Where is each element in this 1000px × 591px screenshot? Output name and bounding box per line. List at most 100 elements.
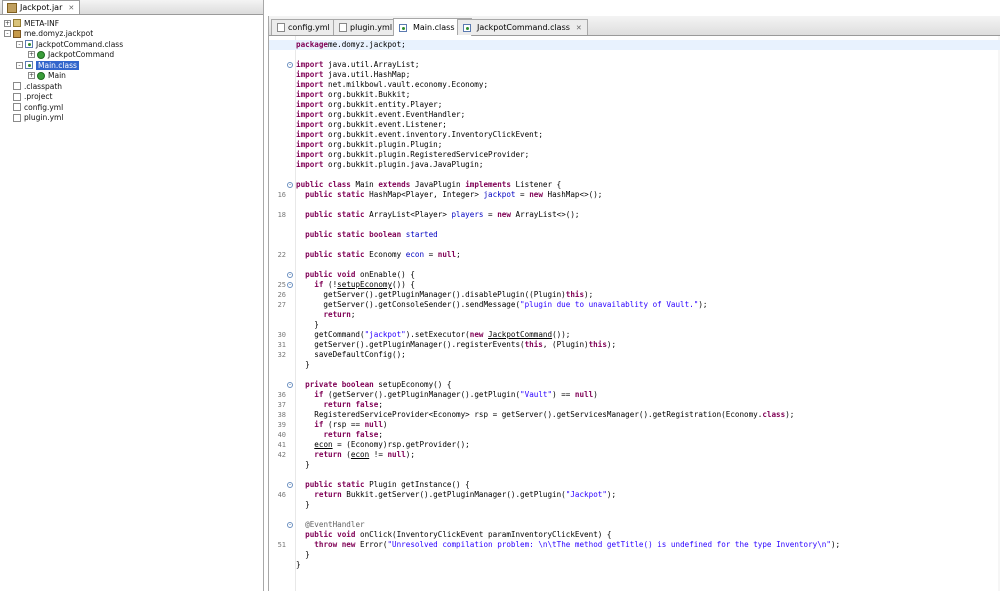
code-text: public static Plugin getInstance() { bbox=[296, 480, 470, 490]
code-text: saveDefaultConfig(); bbox=[296, 350, 406, 360]
code-line: 36 if (getServer().getPluginManager().ge… bbox=[269, 390, 1000, 400]
code-line: 27 getServer().getConsoleSender().sendMe… bbox=[269, 300, 1000, 310]
code-token: import bbox=[296, 90, 324, 99]
code-text: public void onClick(InventoryClickEvent … bbox=[296, 530, 611, 540]
code-token: ); bbox=[830, 540, 841, 549]
expand-icon[interactable]: + bbox=[28, 51, 35, 59]
code-text: } bbox=[296, 500, 310, 510]
line-number: 26 bbox=[277, 291, 286, 299]
code-line: 37 return false; bbox=[269, 400, 1000, 410]
code-line: public static boolean started bbox=[269, 230, 1000, 240]
code-token: ) bbox=[382, 420, 388, 429]
code-line: 46 return Bukkit.getServer().getPluginMa… bbox=[269, 490, 1000, 500]
code-text: @EventHandler bbox=[296, 520, 364, 530]
tree-item[interactable]: .project bbox=[0, 92, 262, 103]
close-icon[interactable]: ✕ bbox=[576, 24, 582, 32]
code-token: java.util.ArrayList; bbox=[323, 60, 420, 69]
tree-item[interactable]: plugin.yml bbox=[0, 113, 262, 124]
class-file-icon bbox=[463, 23, 471, 32]
code-token: import bbox=[296, 130, 324, 139]
code-token: HashMap<>(); bbox=[542, 190, 603, 199]
code-line: } bbox=[269, 320, 1000, 330]
fold-collapse-icon[interactable]: - bbox=[287, 271, 293, 278]
code-line: public void onClick(InventoryClickEvent … bbox=[269, 530, 1000, 540]
code-line: 41 econ = (Economy)rsp.getProvider(); bbox=[269, 440, 1000, 450]
code-text: econ = (Economy)rsp.getProvider(); bbox=[296, 440, 469, 450]
code-token: import bbox=[296, 100, 324, 109]
code-token: Listener { bbox=[510, 180, 562, 189]
code-token: ); bbox=[584, 290, 594, 299]
code-line: 18 public static ArrayList<Player> playe… bbox=[269, 210, 1000, 220]
code-token: org.bukkit.event.EventHandler; bbox=[323, 110, 466, 119]
close-icon[interactable]: ✕ bbox=[68, 4, 74, 12]
tree-item[interactable]: - me.domyz.jackpot bbox=[0, 29, 262, 40]
code-token: ) == bbox=[552, 390, 575, 399]
code-text: import java.util.ArrayList; bbox=[296, 60, 419, 70]
code-text: import org.bukkit.event.inventory.Invent… bbox=[296, 130, 543, 140]
file-icon bbox=[13, 82, 21, 91]
code-token: org.bukkit.Bukkit; bbox=[323, 90, 411, 99]
code-editor[interactable]: packageme.domyz.jackpot; - import java.uti… bbox=[269, 36, 1000, 591]
expand-icon[interactable]: + bbox=[28, 72, 35, 80]
code-text: public static ArrayList<Player> players … bbox=[296, 210, 580, 220]
editor-tab-label: config.yml bbox=[288, 23, 330, 32]
fold-collapse-icon[interactable]: - bbox=[287, 521, 293, 528]
code-token: ); bbox=[698, 300, 708, 309]
code-text: import net.milkbowl.vault.economy.Econom… bbox=[296, 80, 488, 90]
tree-item[interactable]: - JackpotCommand.class bbox=[0, 39, 262, 50]
code-token: public static bbox=[305, 210, 365, 219]
package-tree: + META-INF - me.domyz.jackpot - JackpotComman… bbox=[0, 18, 262, 123]
code-text: public static boolean started bbox=[296, 230, 442, 240]
code-line: import org.bukkit.event.EventHandler; bbox=[269, 110, 1000, 120]
fold-collapse-icon[interactable]: - bbox=[287, 181, 293, 188]
collapse-icon[interactable]: - bbox=[16, 40, 23, 48]
code-text: public void onEnable() { bbox=[296, 270, 415, 280]
tree-item[interactable]: - Main.class bbox=[0, 60, 262, 71]
line-number: 16 bbox=[277, 191, 286, 199]
fold-collapse-icon[interactable]: - bbox=[287, 481, 293, 488]
code-token: import bbox=[296, 60, 324, 69]
tree-item[interactable]: config.yml bbox=[0, 102, 262, 113]
code-token: this bbox=[588, 340, 607, 349]
code-line: import java.util.HashMap; bbox=[269, 70, 1000, 80]
line-number: 42 bbox=[277, 451, 286, 459]
code-token: "plugin due to unavailablity of Vault." bbox=[520, 300, 699, 309]
code-token: (rsp == bbox=[323, 420, 365, 429]
code-line: } bbox=[269, 460, 1000, 470]
code-line: - public static Plugin getInstance() { bbox=[269, 480, 1000, 490]
tree-item-label: Main.class bbox=[36, 60, 79, 70]
code-token: = bbox=[483, 210, 498, 219]
code-text: import org.bukkit.event.Listener; bbox=[296, 120, 447, 130]
tree-item[interactable]: + Main bbox=[0, 71, 262, 82]
expand-icon[interactable]: + bbox=[4, 19, 11, 27]
code-token: saveDefaultConfig(); bbox=[296, 350, 406, 359]
code-text: return false; bbox=[296, 430, 382, 440]
code-line: } bbox=[269, 500, 1000, 510]
collapse-icon[interactable]: - bbox=[16, 61, 23, 69]
tree-item[interactable]: .classpath bbox=[0, 81, 262, 92]
code-token: } bbox=[296, 320, 319, 329]
fold-collapse-icon[interactable]: - bbox=[287, 281, 293, 288]
code-token: ArrayList<>(); bbox=[510, 210, 580, 219]
editor-tab-label: JackpotCommand.class bbox=[477, 23, 570, 32]
code-text: } bbox=[296, 460, 310, 470]
fold-collapse-icon[interactable]: - bbox=[287, 381, 293, 388]
code-text: if (!setupEconomy()) { bbox=[296, 280, 415, 290]
collapse-icon[interactable]: - bbox=[4, 30, 11, 38]
line-number: 32 bbox=[277, 351, 286, 359]
tab-jackpot-jar[interactable]: Jackpot.jar ✕ bbox=[2, 0, 81, 14]
editor-tab[interactable]: JackpotCommand.class ✕ bbox=[457, 19, 588, 35]
code-token: public void bbox=[305, 530, 356, 539]
tree-item[interactable]: + META-INF bbox=[0, 18, 262, 29]
tree-item[interactable]: + JackpotCommand bbox=[0, 50, 262, 61]
code-line: 31 getServer().getPluginManager().regist… bbox=[269, 340, 1000, 350]
code-token: null bbox=[437, 250, 457, 259]
file-icon bbox=[13, 103, 21, 112]
code-text: packageme.domyz.jackpot; bbox=[296, 40, 406, 50]
fold-collapse-icon[interactable]: - bbox=[287, 61, 293, 68]
